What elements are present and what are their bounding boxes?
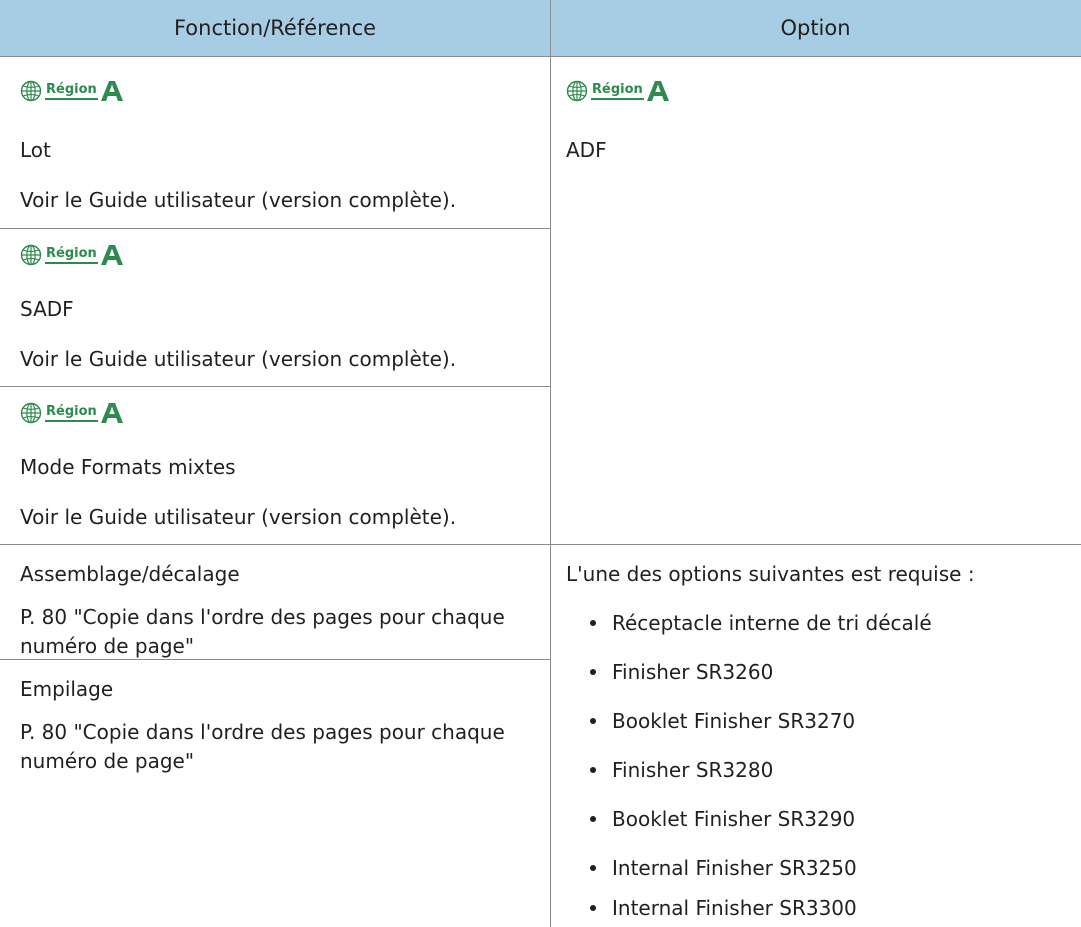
row-lot-title: Lot: [20, 138, 51, 162]
column-divider: [550, 0, 551, 927]
option-list-item-label: Internal Finisher SR3300: [612, 896, 857, 920]
column-header-function: Fonction/Référence: [0, 0, 550, 56]
row-mixed-formats-title: Mode Formats mixtes: [20, 455, 236, 479]
row-sadf-title: SADF: [20, 297, 74, 321]
bullet-icon: [590, 668, 596, 675]
bullet-icon: [590, 717, 596, 724]
option-list-item-label: Finisher SR3260: [612, 660, 774, 684]
row-collate-reference-cont: numéro de page": [20, 634, 195, 658]
option-list-item: Finisher SR3280: [590, 755, 773, 785]
region-label: Région: [45, 246, 98, 264]
option-list-item: Booklet Finisher SR3290: [590, 804, 855, 834]
option-list-item-label: Réceptacle interne de tri décalé: [612, 611, 932, 635]
column-header-function-label: Fonction/Référence: [173, 16, 377, 40]
bullet-icon: [590, 766, 596, 773]
bullet-icon: [590, 619, 596, 626]
region-badge: Région: [20, 401, 124, 425]
option-adf: ADF: [566, 138, 607, 162]
region-label: Région: [45, 404, 98, 422]
option-list-item: Internal Finisher SR3250: [590, 853, 857, 883]
region-letter-icon: [646, 81, 669, 101]
region-label: Région: [591, 82, 644, 100]
row-mixed-formats-reference: Voir le Guide utilisateur (version compl…: [20, 505, 457, 529]
region-badge: Région: [20, 79, 124, 103]
header-divider: [0, 56, 1081, 57]
row-collate-title: Assemblage/décalage: [20, 562, 240, 586]
bullet-icon: [590, 864, 596, 871]
option-list-item: Finisher SR3260: [590, 657, 773, 687]
row-stack-reference: P. 80 "Copie dans l'ordre des pages pour…: [20, 720, 505, 744]
option-list-item: Réceptacle interne de tri décalé: [590, 608, 932, 638]
region-letter-icon: [100, 81, 123, 101]
option-list-item: Internal Finisher SR3300: [590, 893, 857, 923]
region-badge: Région: [566, 79, 670, 103]
row-lot-reference: Voir le Guide utilisateur (version compl…: [20, 188, 457, 212]
row-sadf-reference: Voir le Guide utilisateur (version compl…: [20, 347, 457, 371]
option-list-item-label: Booklet Finisher SR3270: [612, 709, 856, 733]
column-header-option: Option: [550, 0, 1081, 56]
row-stack-title: Empilage: [20, 677, 114, 701]
globe-icon: [20, 244, 42, 266]
row-divider-1: [0, 228, 550, 229]
region-badge: Région: [20, 243, 124, 267]
region-letter-icon: [100, 403, 123, 423]
option-list-item-label: Booklet Finisher SR3290: [612, 807, 856, 831]
option-list-item-label: Internal Finisher SR3250: [612, 856, 857, 880]
region-letter-icon: [100, 245, 123, 265]
globe-icon: [20, 80, 42, 102]
option-list-item: Booklet Finisher SR3270: [590, 706, 855, 736]
globe-icon: [20, 402, 42, 424]
option-list-item-label: Finisher SR3280: [612, 758, 774, 782]
option-intro: L'une des options suivantes est requise …: [566, 562, 975, 586]
row-divider-3: [0, 544, 1081, 545]
bullet-icon: [590, 815, 596, 822]
row-divider-2: [0, 386, 550, 387]
globe-icon: [566, 80, 588, 102]
row-stack-reference-cont: numéro de page": [20, 749, 195, 773]
bullet-icon: [590, 904, 596, 911]
column-header-option-label: Option: [780, 16, 851, 40]
row-collate-reference: P. 80 "Copie dans l'ordre des pages pour…: [20, 605, 505, 629]
region-label: Région: [45, 82, 98, 100]
